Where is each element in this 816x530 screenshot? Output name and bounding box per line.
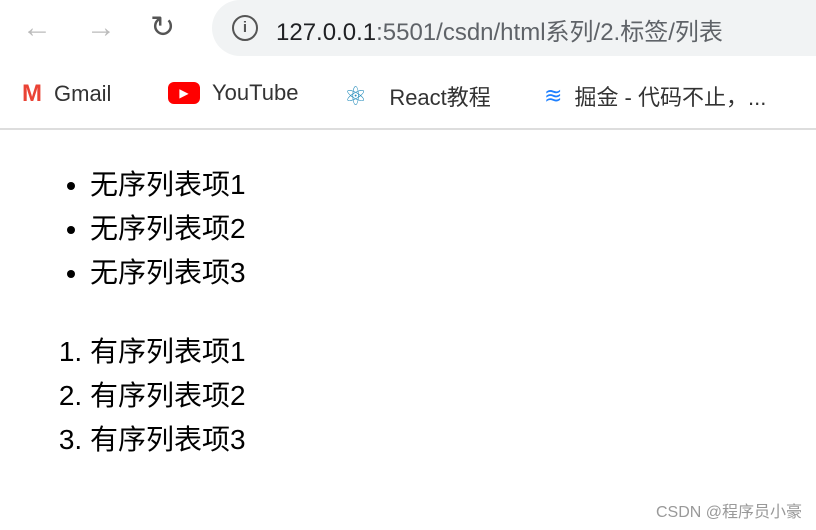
bookmark-label: 掘金 - 代码不止，... [574,85,767,110]
list-item: 有序列表项2 [90,374,246,418]
bookmark-juejin[interactable]: ≋ 掘金 - 代码不止，... [544,80,766,112]
reload-icon[interactable]: ↻ [150,10,175,46]
url-path: :5501/csdn/html系列/2.标签/列表 [376,19,723,46]
unordered-list: 无序列表项1 无序列表项2 无序列表项3 [0,163,246,295]
react-icon: ⚛ [344,80,368,111]
gmail-icon: M [22,80,42,107]
browser-toolbar: ← → ↻ i 127.0.0.1:5501/csdn/html系列/2.标签/… [0,0,816,58]
youtube-icon: ▶ [168,82,200,104]
toolbar-divider [0,128,816,130]
info-icon[interactable]: i [232,15,258,41]
ordered-list: 有序列表项1 有序列表项2 有序列表项3 [0,330,246,462]
bookmark-label: YouTube [212,80,299,105]
back-icon[interactable]: ← [22,10,52,46]
url-host: 127.0.0.1 [276,19,377,46]
list-item: 有序列表项3 [90,418,246,462]
bookmark-gmail[interactable]: M Gmail [22,80,111,108]
list-item: 无序列表项3 [90,251,246,295]
bookmark-youtube[interactable]: ▶ YouTube [168,80,298,106]
bookmark-label: React教程 [389,85,491,110]
list-item: 无序列表项2 [90,207,246,251]
bookmark-react[interactable]: ⚛ React教程 [344,80,491,112]
list-item: 无序列表项1 [90,163,246,207]
watermark: CSDN @程序员小豪 [655,504,802,521]
juejin-icon: ≋ [544,83,563,108]
forward-icon[interactable]: → [86,10,116,46]
list-item: 有序列表项1 [90,330,246,374]
bookmark-label: Gmail [54,81,112,106]
url-text[interactable]: 127.0.0.1:5501/csdn/html系列/2.标签/列表 [276,12,723,47]
